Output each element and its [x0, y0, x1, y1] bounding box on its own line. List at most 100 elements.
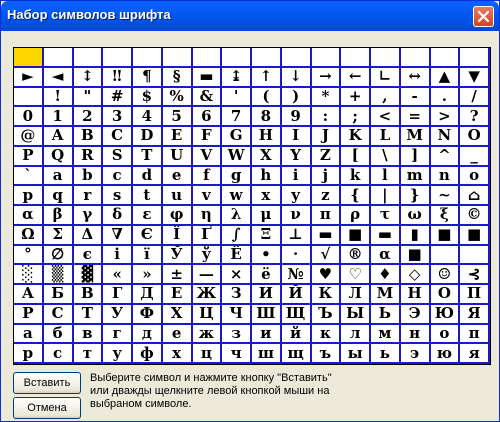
- char-cell[interactable]: Y: [281, 146, 312, 167]
- char-cell[interactable]: ;: [341, 107, 371, 127]
- char-cell[interactable]: ■: [460, 225, 490, 246]
- char-cell[interactable]: Ъ: [311, 304, 342, 325]
- char-cell[interactable]: ∅: [43, 245, 74, 266]
- char-cell[interactable]: 3: [103, 107, 133, 127]
- char-cell[interactable]: !: [43, 87, 74, 108]
- char-cell[interactable]: y: [281, 186, 312, 206]
- char-cell[interactable]: T: [133, 146, 163, 167]
- insert-button[interactable]: Вставить: [13, 372, 81, 394]
- char-cell[interactable]: +: [341, 87, 371, 108]
- char-cell[interactable]: [73, 48, 104, 68]
- char-cell[interactable]: e: [162, 166, 193, 187]
- char-cell[interactable]: ■: [430, 225, 461, 246]
- char-cell[interactable]: х: [162, 344, 193, 364]
- char-cell[interactable]: b: [73, 166, 104, 187]
- char-cell[interactable]: a: [43, 166, 74, 187]
- char-cell[interactable]: Е: [162, 285, 193, 305]
- char-cell[interactable]: Ў: [162, 245, 193, 266]
- char-cell[interactable]: О: [430, 285, 461, 305]
- char-cell[interactable]: [14, 48, 44, 68]
- char-cell[interactable]: ν: [281, 206, 312, 226]
- char-cell[interactable]: д: [133, 324, 163, 345]
- char-cell[interactable]: \: [371, 146, 401, 167]
- char-cell[interactable]: ж: [192, 324, 223, 345]
- char-cell[interactable]: [311, 48, 342, 68]
- char-cell[interactable]: k: [341, 166, 371, 187]
- char-cell[interactable]: Є: [133, 225, 163, 246]
- char-cell[interactable]: ~: [430, 186, 461, 206]
- char-cell[interactable]: т: [73, 344, 104, 364]
- char-cell[interactable]: ⌂: [460, 186, 490, 206]
- char-cell[interactable]: d: [133, 166, 163, 187]
- char-cell[interactable]: ×: [222, 265, 252, 285]
- char-cell[interactable]: √: [311, 245, 342, 266]
- char-cell[interactable]: G: [222, 127, 252, 147]
- char-cell[interactable]: р: [14, 344, 44, 364]
- cancel-button[interactable]: Отмена: [13, 397, 81, 419]
- char-cell[interactable]: ®: [341, 245, 371, 266]
- char-cell[interactable]: π: [311, 206, 342, 226]
- char-cell[interactable]: С: [43, 304, 74, 325]
- char-cell[interactable]: g: [222, 166, 252, 187]
- char-cell[interactable]: Р: [14, 304, 44, 325]
- char-cell[interactable]: z: [311, 186, 342, 206]
- char-cell[interactable]: Э: [400, 304, 431, 325]
- char-cell[interactable]: ▓: [73, 265, 104, 285]
- char-cell[interactable]: в: [73, 324, 104, 345]
- char-cell[interactable]: Z: [311, 146, 342, 167]
- char-cell[interactable]: <: [371, 107, 401, 127]
- char-cell[interactable]: f: [192, 166, 223, 187]
- char-cell[interactable]: .: [430, 87, 461, 108]
- char-cell[interactable]: ]: [400, 146, 431, 167]
- char-cell[interactable]: Я: [460, 304, 490, 325]
- char-cell[interactable]: К: [311, 285, 342, 305]
- char-cell[interactable]: З: [222, 285, 252, 305]
- char-cell[interactable]: *: [311, 87, 342, 108]
- char-cell[interactable]: й: [281, 324, 312, 345]
- char-cell[interactable]: w: [222, 186, 252, 206]
- char-cell[interactable]: t: [133, 186, 163, 206]
- char-cell[interactable]: c: [103, 166, 133, 187]
- char-cell[interactable]: L: [371, 127, 401, 147]
- char-cell[interactable]: ▒: [43, 265, 74, 285]
- char-cell[interactable]: Н: [400, 285, 431, 305]
- title-bar[interactable]: Набор символов шрифта: [1, 1, 499, 31]
- char-cell[interactable]: а: [14, 324, 44, 345]
- char-cell[interactable]: ы: [341, 344, 371, 364]
- char-cell[interactable]: J: [311, 127, 342, 147]
- char-cell[interactable]: I: [281, 127, 312, 147]
- char-cell[interactable]: ↑: [252, 67, 282, 88]
- char-cell[interactable]: [103, 48, 133, 68]
- char-cell[interactable]: г: [103, 324, 133, 345]
- char-cell[interactable]: λ: [222, 206, 252, 226]
- char-cell[interactable]: Ї: [162, 225, 193, 246]
- close-button[interactable]: [473, 6, 494, 27]
- char-cell[interactable]: {: [341, 186, 371, 206]
- char-cell[interactable]: =: [400, 107, 431, 127]
- char-cell[interactable]: φ: [162, 206, 193, 226]
- char-cell[interactable]: щ: [281, 344, 312, 364]
- char-cell[interactable]: R: [73, 146, 104, 167]
- char-cell[interactable]: B: [73, 127, 104, 147]
- char-cell[interactable]: ▬: [311, 225, 342, 246]
- char-cell[interactable]: ☺: [430, 265, 461, 285]
- char-cell[interactable]: h: [252, 166, 282, 187]
- char-cell[interactable]: В: [73, 285, 104, 305]
- char-cell[interactable]: §: [162, 67, 193, 88]
- char-cell[interactable]: U: [162, 146, 193, 167]
- char-cell[interactable]: δ: [103, 206, 133, 226]
- char-cell[interactable]: $: [133, 87, 163, 108]
- char-cell[interactable]: ξ: [430, 206, 461, 226]
- char-cell[interactable]: /: [460, 87, 490, 108]
- char-cell[interactable]: Ш: [252, 304, 282, 325]
- char-cell[interactable]: [222, 48, 252, 68]
- char-cell[interactable]: ё: [252, 265, 282, 285]
- char-cell[interactable]: μ: [252, 206, 282, 226]
- char-cell[interactable]: τ: [371, 206, 401, 226]
- char-cell[interactable]: ї: [133, 245, 163, 266]
- char-cell[interactable]: 5: [162, 107, 193, 127]
- char-cell[interactable]: ↨: [222, 67, 252, 88]
- char-cell[interactable]: м: [371, 324, 401, 345]
- char-cell[interactable]: Ґ: [192, 225, 223, 246]
- char-cell[interactable]: ў: [192, 245, 223, 266]
